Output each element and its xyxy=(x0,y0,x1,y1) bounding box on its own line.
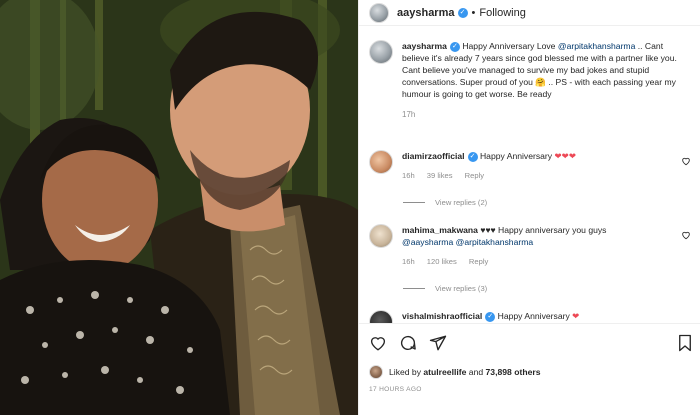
caption-text-1: Happy Anniversary Love xyxy=(462,41,558,51)
replies-divider-line xyxy=(403,288,425,289)
comment-item: diamirzaofficial ✓ Happy Anniversary ❤❤❤ … xyxy=(369,150,699,182)
verified-badge-icon: ✓ xyxy=(467,151,478,162)
post-timestamp[interactable]: 17 HOURS AGO xyxy=(369,386,422,393)
reply-button[interactable]: Reply xyxy=(469,257,488,266)
heart-emoji-icon: ❤❤❤ xyxy=(554,151,577,161)
liked-by-row: Liked by atulreellife and 73,898 others xyxy=(369,365,540,379)
liked-by-text: Liked by atulreellife and 73,898 others xyxy=(389,367,540,377)
following-status-button[interactable]: Following xyxy=(479,7,525,19)
author-avatar[interactable] xyxy=(369,2,389,23)
replies-divider-line xyxy=(403,202,425,203)
post-caption: aaysharma ✓ Happy Anniversary Love @arpit… xyxy=(369,40,694,121)
caption-age[interactable]: 17h xyxy=(402,109,692,121)
verified-badge-icon: ✓ xyxy=(449,41,460,52)
post-side-panel: aaysharma ✓ • Following aaysharma ✓ Happy… xyxy=(358,0,700,415)
like-comment-icon[interactable] xyxy=(681,230,691,243)
caption-body: aaysharma ✓ Happy Anniversary Love @arpit… xyxy=(402,40,692,121)
comment-username[interactable]: mahima_makwana xyxy=(402,225,478,235)
share-icon[interactable] xyxy=(429,334,447,357)
liked-by-middle: and xyxy=(466,367,486,377)
heart-emoji-icon: ♥♥♥ xyxy=(480,225,496,235)
comment-username[interactable]: diamirzaofficial xyxy=(402,151,465,161)
liked-by-prefix: Liked by xyxy=(389,367,424,377)
reply-button[interactable]: Reply xyxy=(465,171,484,180)
commenter-avatar[interactable] xyxy=(369,150,393,174)
comment-text: Happy Anniversary xyxy=(497,311,570,321)
caption-author-avatar[interactable] xyxy=(369,40,393,64)
post-photo[interactable] xyxy=(0,0,358,415)
caption-emoji: 🤗 xyxy=(535,77,546,87)
comment-likes[interactable]: 39 likes xyxy=(427,171,453,180)
liked-by-others[interactable]: 73,898 others xyxy=(486,367,541,377)
caption-mention[interactable]: @arpitakhansharma xyxy=(558,41,636,51)
comment-body: mahima_makwana ♥♥♥ Happy anniversary you… xyxy=(402,224,677,268)
view-replies-button[interactable]: View replies (2) xyxy=(403,198,487,207)
comment-body: diamirzaofficial ✓ Happy Anniversary ❤❤❤ … xyxy=(402,150,677,182)
comment-likes[interactable]: 120 likes xyxy=(427,257,457,266)
like-comment-icon[interactable] xyxy=(681,156,691,169)
view-replies-label: View replies (3) xyxy=(435,284,488,293)
post-actions-bar: Liked by atulreellife and 73,898 others … xyxy=(359,323,700,415)
comment-age[interactable]: 16h xyxy=(402,171,415,180)
header-separator: • xyxy=(471,6,476,19)
liker-avatar[interactable] xyxy=(369,365,383,379)
caption-username[interactable]: aaysharma xyxy=(402,41,447,51)
heart-emoji-icon: ❤ xyxy=(572,311,580,321)
verified-badge-icon: ✓ xyxy=(457,7,468,18)
comment-meta: 16h 39 likes Reply xyxy=(402,170,677,182)
commenter-avatar[interactable] xyxy=(369,224,393,248)
comment-text: Happy Anniversary xyxy=(479,151,553,161)
comment-username[interactable]: vishalmishraofficial xyxy=(402,311,482,321)
verified-badge-icon: ✓ xyxy=(485,311,496,322)
action-icons xyxy=(369,334,447,357)
comment-mention[interactable]: @aaysharma xyxy=(402,237,453,247)
view-replies-label: View replies (2) xyxy=(435,198,488,207)
liked-by-user[interactable]: atulreellife xyxy=(423,367,466,377)
comment-text: Happy anniversary you guys xyxy=(495,225,607,235)
comment-item: mahima_makwana ♥♥♥ Happy anniversary you… xyxy=(369,224,699,268)
comment-icon[interactable] xyxy=(399,334,417,357)
bookmark-icon[interactable] xyxy=(677,334,693,357)
comment-meta: 16h 120 likes Reply xyxy=(402,256,677,268)
comment-mention[interactable]: @arpitakhansharma xyxy=(456,237,534,247)
author-username[interactable]: aaysharma xyxy=(397,7,455,19)
comment-age[interactable]: 16h xyxy=(402,257,415,266)
couple-photo-illustration xyxy=(0,0,358,415)
heart-icon[interactable] xyxy=(369,334,387,357)
post-header: aaysharma ✓ • Following xyxy=(359,0,700,26)
view-replies-button[interactable]: View replies (3) xyxy=(403,284,487,293)
